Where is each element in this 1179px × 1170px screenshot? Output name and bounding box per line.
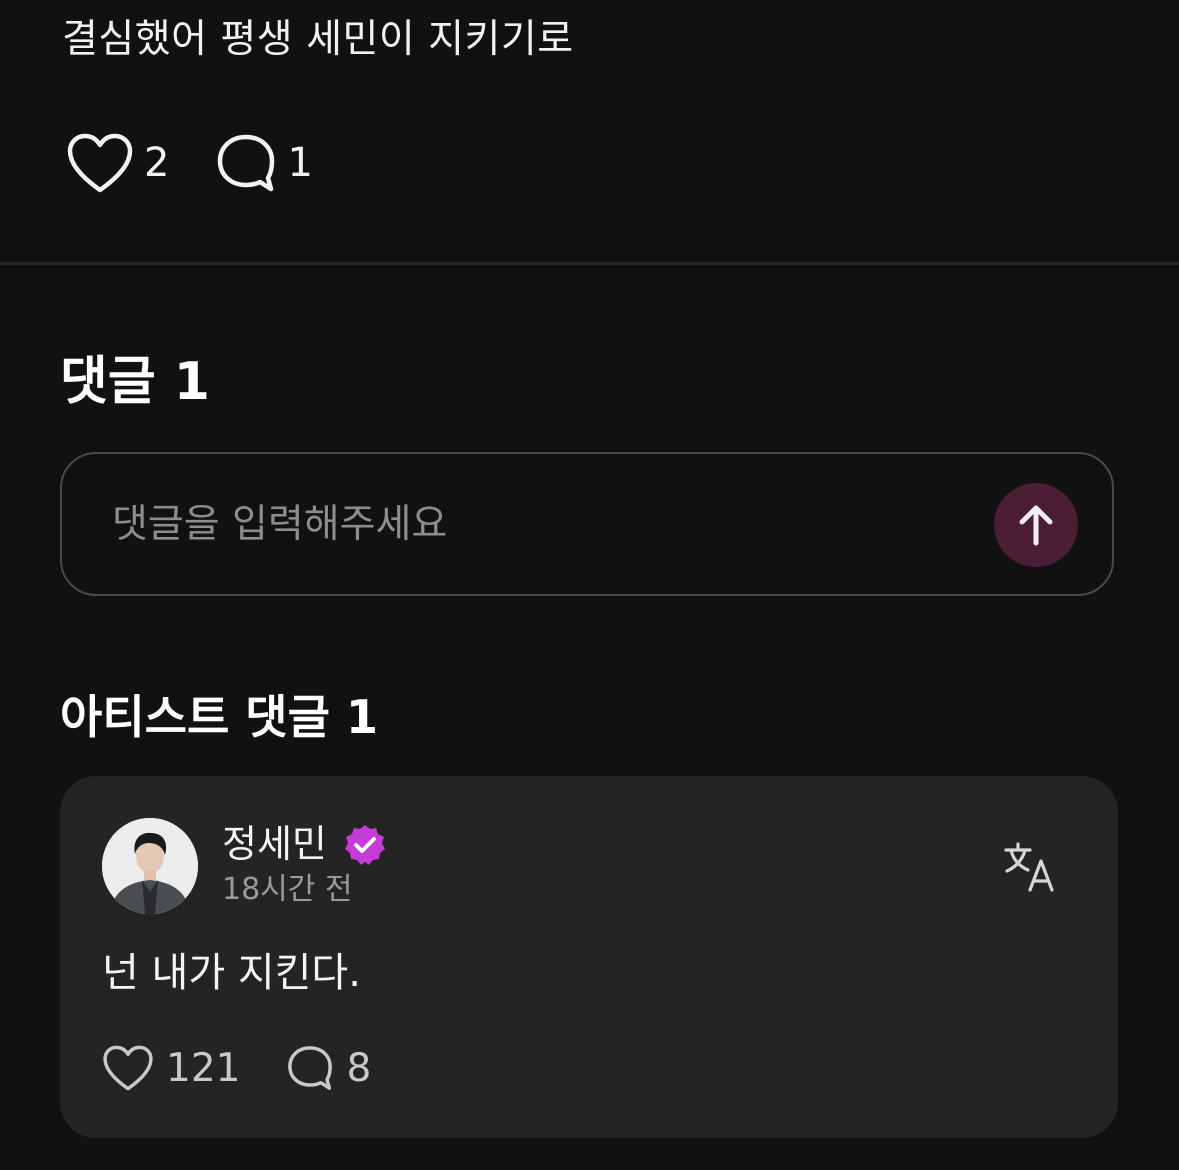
arrow-up-icon	[1019, 505, 1053, 546]
artist-comment-like-button[interactable]: 121	[102, 1044, 240, 1092]
comment-input[interactable]: 댓글을 입력해주세요	[60, 452, 1114, 596]
heart-icon	[103, 1045, 153, 1091]
comment-bubble-icon	[218, 134, 275, 192]
post-detail-page: 결심했어 평생 세민이 지키기로 2 1 댓글 1 댓글을 입력해주세요 아티스…	[0, 0, 1179, 1170]
artist-comment-card: 정세민 18시간 전 넌 내가 지킨다. 121 8	[60, 776, 1118, 1138]
post-actions: 2 1	[66, 128, 313, 198]
artist-comment-reply-button[interactable]: 8	[286, 1044, 371, 1092]
artist-photo	[102, 818, 198, 914]
artist-comment-reply-count: 8	[346, 1045, 372, 1091]
post-like-count: 2	[144, 140, 170, 186]
comment-timestamp: 18시간 전	[222, 872, 353, 907]
artist-comment-actions: 121 8	[102, 1038, 371, 1098]
artist-comment-like-count: 121	[166, 1045, 241, 1091]
translate-icon[interactable]	[1002, 840, 1056, 894]
divider	[0, 262, 1179, 265]
author-name[interactable]: 정세민	[222, 820, 327, 868]
comment-input-placeholder: 댓글을 입력해주세요	[112, 502, 448, 547]
post-comment-count: 1	[287, 140, 313, 186]
post-comment-button[interactable]: 1	[215, 132, 313, 194]
avatar[interactable]	[102, 818, 198, 914]
send-comment-button[interactable]	[994, 483, 1078, 567]
heart-icon	[67, 133, 133, 193]
artist-comments-title: 아티스트 댓글 1	[60, 690, 378, 744]
post-text: 결심했어 평생 세민이 지키기로	[62, 17, 574, 62]
comments-title: 댓글 1	[60, 352, 210, 412]
post-like-button[interactable]: 2	[66, 132, 169, 194]
verified-badge-icon	[345, 825, 385, 865]
comment-bubble-icon	[288, 1046, 333, 1090]
artist-comment-text: 넌 내가 지킨다.	[102, 950, 361, 996]
